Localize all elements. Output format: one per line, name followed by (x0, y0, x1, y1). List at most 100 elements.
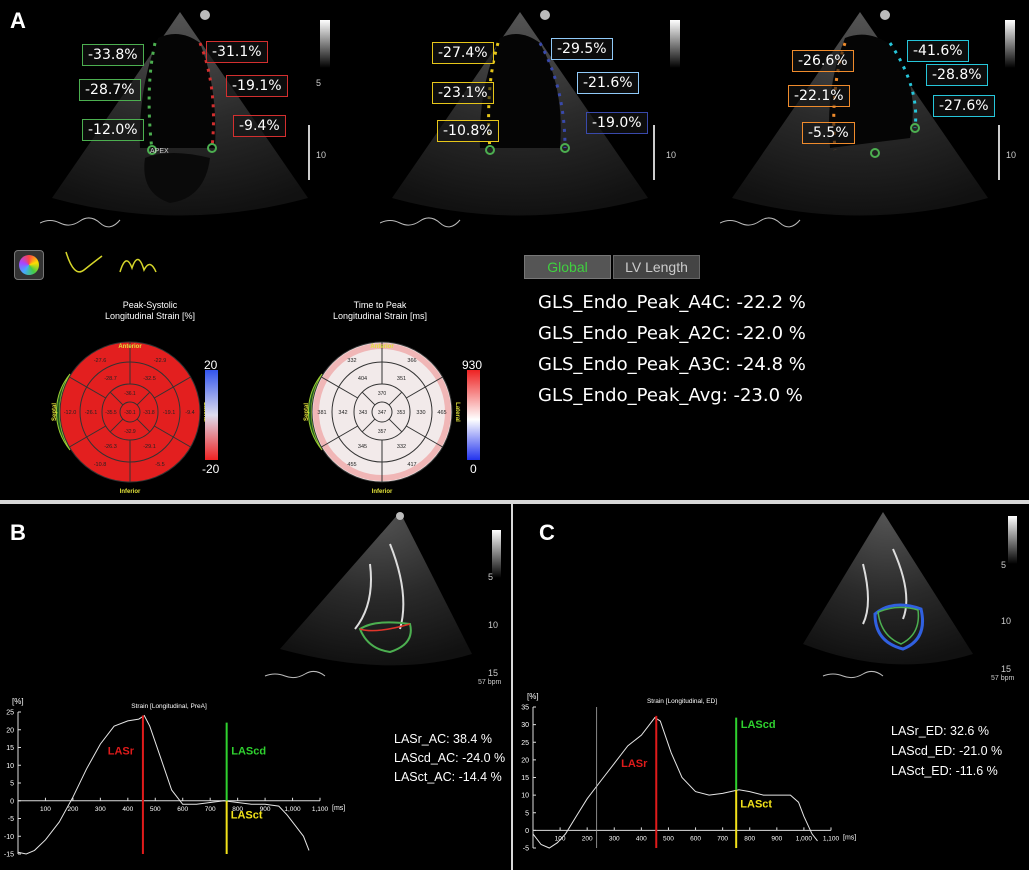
segment-label: -19.1% (226, 75, 288, 97)
echo-view-la-b (264, 512, 472, 679)
gls-a3c: GLS_Endo_Peak_A3C: -24.8 % (538, 354, 806, 375)
y-tick-label: 25 (6, 710, 14, 717)
y-tick-label: 15 (6, 745, 14, 752)
bullseye-value: 343 (359, 410, 368, 416)
x-tick-label: 900 (771, 835, 782, 842)
bullseye-value: 351 (397, 376, 406, 382)
x-tick-label: 1,100 (823, 835, 840, 842)
y-unit: [%] (12, 697, 24, 706)
measure-lasct: LASct_ED: -11.6 % (891, 764, 998, 778)
bullseye-value: -32.5 (143, 376, 156, 382)
tab-global[interactable]: Global (524, 255, 611, 279)
panel-c-letter: C (539, 520, 555, 545)
segment-label: -29.5% (551, 38, 613, 60)
strain-scale-min: -20 (202, 462, 220, 476)
x-tick-label: 300 (609, 835, 620, 842)
panel-a: A APEX 5 10 -33.8% -28.7% -12.0% -31.1% … (0, 0, 1029, 500)
bullseye-value: 366 (407, 358, 416, 364)
bullseye-value: 332 (347, 358, 356, 364)
label-lateral: Lateral (454, 402, 460, 422)
tab-lv-length[interactable]: LV Length (613, 255, 700, 279)
bullseye-value: -5.5 (155, 462, 164, 468)
bullseye-value: -22.9 (154, 358, 167, 364)
x-unit: [ms] (332, 805, 345, 812)
bullseye-value: -35.5 (105, 410, 117, 416)
strain-chart-b: [%]Strain [Longitudinal, PreA]2520151050… (4, 697, 345, 859)
bullseye-value: 370 (378, 391, 387, 397)
x-tick-label: 300 (95, 806, 106, 813)
echo-view-la-c (803, 512, 973, 679)
y-tick-label: 0 (525, 828, 529, 835)
x-tick-label: 100 (40, 806, 51, 813)
y-tick-label: 10 (521, 793, 529, 800)
y-tick-label: 25 (521, 740, 529, 747)
scale-number-10: 10 (488, 620, 499, 630)
segment-label: -26.6% (792, 50, 854, 72)
segment-label: -21.6% (577, 72, 639, 94)
y-tick-label: 20 (521, 757, 529, 764)
panel-b: B 5 10 15 57 bpm [%] Strain [Longitudinal… (0, 504, 511, 870)
segment-label: -41.6% (907, 40, 969, 62)
y-tick-label: 30 (521, 722, 529, 729)
gls-a2c: GLS_Endo_Peak_A2C: -22.0 % (538, 323, 806, 344)
time-scale-max: 930 (462, 358, 483, 372)
scale-number-10: 10 (666, 150, 677, 160)
y-tick-label: 5 (525, 810, 529, 817)
segment-curve-tool-button[interactable] (118, 248, 158, 278)
y-tick-label: 5 (10, 781, 14, 788)
time-color-scale (467, 370, 480, 460)
bullseye-value: -12.0 (64, 410, 77, 416)
panel-a-letter: A (10, 8, 26, 33)
lasct-label: LASct (740, 798, 772, 810)
y-tick-label: 15 (521, 775, 529, 782)
lasr-label: LASr (621, 758, 648, 770)
gray-scale-bar (492, 530, 501, 578)
x-tick-label: 700 (717, 835, 728, 842)
bullseye-value: -9.4 (185, 410, 194, 416)
bullseye-value: -19.1 (163, 410, 176, 416)
bullseye-value: 404 (358, 376, 367, 382)
x-tick-label: 800 (744, 835, 755, 842)
scale-number-5: 5 (1001, 560, 1007, 570)
x-tick-label: 1,000 (796, 835, 813, 842)
panel-c: C 5 10 15 57 bpm [%] Strain [Longitudinal… (513, 504, 1029, 870)
bullseye-tool-button[interactable] (14, 250, 44, 280)
y-tick-label: 20 (6, 727, 14, 734)
depth-scale (308, 125, 310, 180)
depth-scale (653, 125, 655, 180)
x-tick-label: 400 (636, 835, 647, 842)
bullseye-time: 366 465 417 455 381 332 351 330 332 345 342 404 370 3… (304, 341, 460, 495)
bullseye-value: 330 (416, 410, 425, 416)
segment-label: -19.0% (586, 112, 648, 134)
x-unit: [ms] (843, 834, 856, 841)
segment-label: -5.5% (802, 122, 855, 144)
curve-tool-button[interactable] (64, 248, 104, 278)
scale-number-10: 10 (1001, 616, 1012, 626)
bullseye-value: -36.1 (124, 391, 136, 397)
time-scale-min: 0 (470, 462, 477, 476)
lascd-label: LAScd (231, 746, 266, 758)
y-tick-label: 35 (521, 705, 529, 712)
measure-lasr: LASr_AC: 38.4 % (394, 732, 492, 746)
bullseye-time-title1: Time to Peak (353, 300, 407, 310)
measure-lascd: LAScd_ED: -21.0 % (891, 744, 1003, 758)
strain-curve (532, 716, 818, 849)
label-inferior: Inferior (372, 489, 393, 495)
x-tick-label: 600 (690, 835, 701, 842)
heart-rate: 57 bpm (478, 679, 502, 686)
x-tick-label: 500 (663, 835, 674, 842)
x-tick-label: 1,100 (312, 806, 329, 813)
segment-label: -23.1% (432, 82, 494, 104)
segment-label: -28.7% (79, 79, 141, 101)
bullseye-value: 357 (378, 429, 387, 435)
lascd-label: LAScd (741, 719, 776, 731)
depth-scale (998, 125, 1000, 180)
segment-label: -27.4% (432, 42, 494, 64)
scale-number-10: 10 (1006, 150, 1017, 160)
bullseye-value: -26.3 (104, 444, 117, 450)
segment-label: -9.4% (233, 115, 286, 137)
strain-curve (17, 714, 310, 855)
color-wheel-icon (19, 255, 39, 275)
segment-label: -33.8% (82, 44, 144, 66)
bullseye-time-title2: Longitudinal Strain [ms] (332, 311, 428, 321)
